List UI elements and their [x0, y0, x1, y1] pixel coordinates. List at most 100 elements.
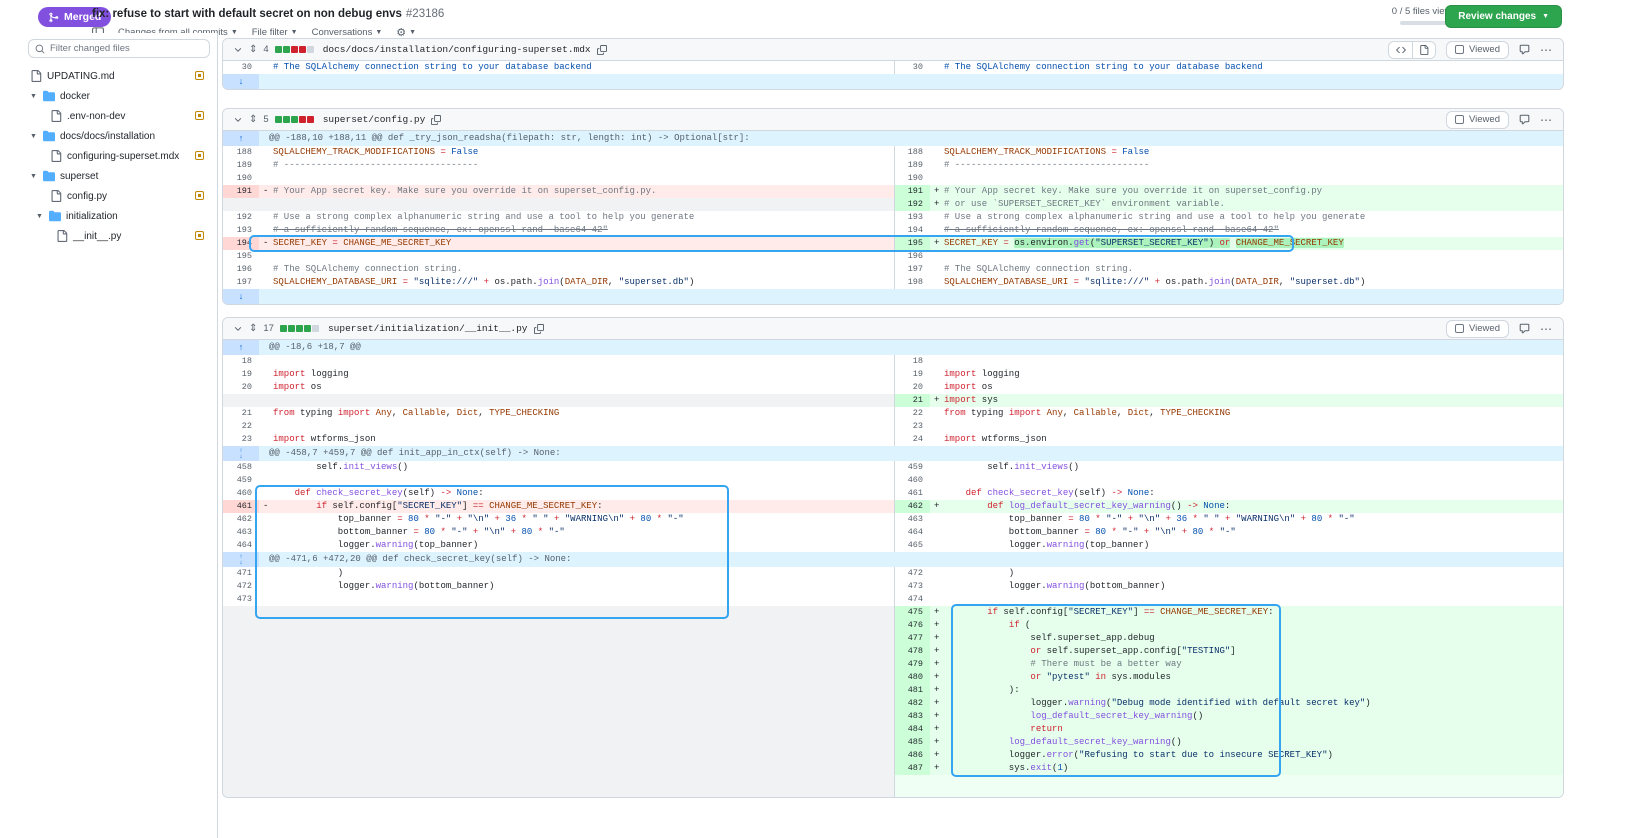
line-number[interactable]: 192: [223, 211, 259, 224]
line-number[interactable]: 197: [223, 276, 259, 289]
chevron-down-icon[interactable]: ▼: [30, 133, 40, 140]
line-number[interactable]: 21: [894, 394, 930, 407]
line-number[interactable]: 485: [894, 736, 930, 749]
line-number[interactable]: 472: [223, 580, 259, 593]
rich-view-icon[interactable]: [1412, 42, 1435, 58]
line-number[interactable]: 463: [223, 526, 259, 539]
line-number[interactable]: 471: [223, 567, 259, 580]
file-path-link[interactable]: superset/config.py: [323, 114, 426, 125]
line-number[interactable]: 18: [223, 355, 259, 368]
tree-folder-superset[interactable]: ▼superset: [0, 166, 217, 186]
expand-hunk-button[interactable]: ↑: [223, 340, 259, 355]
file-filter-dropdown[interactable]: File filter▼: [252, 27, 298, 38]
line-number[interactable]: 478: [894, 645, 930, 658]
line-number[interactable]: 19: [223, 368, 259, 381]
line-number[interactable]: 461: [894, 487, 930, 500]
line-number[interactable]: 465: [894, 539, 930, 552]
line-number[interactable]: 196: [223, 263, 259, 276]
line-number[interactable]: 476: [894, 619, 930, 632]
drag-handle-icon[interactable]: ⇕: [249, 115, 257, 125]
line-number[interactable]: 472: [894, 567, 930, 580]
line-number[interactable]: 464: [894, 526, 930, 539]
line-number[interactable]: 23: [894, 420, 930, 433]
line-number[interactable]: 459: [223, 474, 259, 487]
line-number[interactable]: 479: [894, 658, 930, 671]
line-number[interactable]: 487: [894, 762, 930, 775]
filter-changed-files-input[interactable]: [50, 43, 203, 54]
line-number[interactable]: 475: [894, 606, 930, 619]
drag-handle-icon[interactable]: ⇕: [249, 45, 257, 55]
line-number[interactable]: 189: [223, 159, 259, 172]
line-number[interactable]: 194: [894, 224, 930, 237]
line-number[interactable]: 22: [894, 407, 930, 420]
line-number[interactable]: 459: [894, 461, 930, 474]
tree-file-config-py[interactable]: config.py: [0, 186, 217, 206]
tree-folder-initialization[interactable]: ▼initialization: [0, 206, 217, 226]
line-number[interactable]: 22: [223, 420, 259, 433]
file-path-link[interactable]: docs/docs/installation/configuring-super…: [323, 44, 591, 55]
line-number[interactable]: 192: [894, 198, 930, 211]
tree-file-configuring-superset-mdx[interactable]: configuring-superset.mdx: [0, 146, 217, 166]
tree-file--env-non-dev[interactable]: .env-non-dev: [0, 106, 217, 126]
line-number[interactable]: 20: [894, 381, 930, 394]
line-number[interactable]: 481: [894, 684, 930, 697]
line-number[interactable]: 18: [894, 355, 930, 368]
checkbox-icon[interactable]: [1455, 45, 1464, 54]
tree-folder-docs-docs-installation[interactable]: ▼docs/docs/installation: [0, 126, 217, 146]
line-number[interactable]: 195: [894, 237, 930, 250]
line-number[interactable]: 463: [894, 513, 930, 526]
line-number[interactable]: 193: [894, 211, 930, 224]
copy-path-icon[interactable]: [534, 324, 544, 334]
line-number[interactable]: 464: [223, 539, 259, 552]
expand-hunk-button[interactable]: ↓: [223, 74, 259, 89]
line-number[interactable]: 188: [894, 146, 930, 159]
line-number[interactable]: 189: [894, 159, 930, 172]
line-number[interactable]: 190: [894, 172, 930, 185]
line-number[interactable]: 477: [894, 632, 930, 645]
expand-hunk-button[interactable]: ↑↓: [223, 446, 259, 461]
line-number[interactable]: 458: [223, 461, 259, 474]
comment-icon[interactable]: [1519, 323, 1530, 334]
file-collapse-chevron-icon[interactable]: [233, 45, 243, 55]
line-number[interactable]: 190: [223, 172, 259, 185]
diff-view-toggle[interactable]: [1388, 41, 1436, 59]
source-view-icon[interactable]: [1389, 42, 1412, 58]
line-number[interactable]: 19: [894, 368, 930, 381]
tree-folder-docker[interactable]: ▼docker: [0, 86, 217, 106]
line-number[interactable]: 20: [223, 381, 259, 394]
line-number[interactable]: 473: [223, 593, 259, 606]
line-number[interactable]: 460: [223, 487, 259, 500]
tree-file--init-py[interactable]: __init__.py: [0, 226, 217, 246]
line-number[interactable]: 196: [894, 250, 930, 263]
file-collapse-chevron-icon[interactable]: [233, 115, 243, 125]
line-number[interactable]: 21: [223, 407, 259, 420]
chevron-down-icon[interactable]: ▼: [30, 93, 40, 100]
review-changes-button[interactable]: Review changes▼: [1445, 5, 1562, 28]
line-number[interactable]: 461: [223, 500, 259, 513]
viewed-checkbox[interactable]: Viewed: [1446, 41, 1509, 59]
file-path-link[interactable]: superset/initialization/__init__.py: [328, 323, 528, 334]
line-number[interactable]: 24: [894, 433, 930, 446]
line-number[interactable]: 195: [223, 250, 259, 263]
copy-path-icon[interactable]: [431, 115, 441, 125]
expand-hunk-button[interactable]: ↑↓: [223, 552, 259, 567]
checkbox-icon[interactable]: [1455, 115, 1464, 124]
line-number[interactable]: 486: [894, 749, 930, 762]
line-number[interactable]: 191: [223, 185, 259, 198]
line-number[interactable]: 460: [894, 474, 930, 487]
line-number[interactable]: 480: [894, 671, 930, 684]
viewed-checkbox[interactable]: Viewed: [1446, 111, 1509, 129]
conversations-dropdown[interactable]: Conversations▼: [312, 27, 383, 38]
kebab-menu-icon[interactable]: ⋯: [1540, 113, 1553, 127]
line-number[interactable]: 483: [894, 710, 930, 723]
line-number[interactable]: 194: [223, 237, 259, 250]
line-number[interactable]: 30: [894, 61, 930, 74]
chevron-down-icon[interactable]: ▼: [36, 213, 46, 220]
comment-icon[interactable]: [1519, 44, 1530, 55]
line-number[interactable]: 191: [894, 185, 930, 198]
copy-path-icon[interactable]: [597, 45, 607, 55]
line-number[interactable]: 188: [223, 146, 259, 159]
line-number[interactable]: 474: [894, 593, 930, 606]
checkbox-icon[interactable]: [1455, 324, 1464, 333]
kebab-menu-icon[interactable]: ⋯: [1540, 322, 1553, 336]
